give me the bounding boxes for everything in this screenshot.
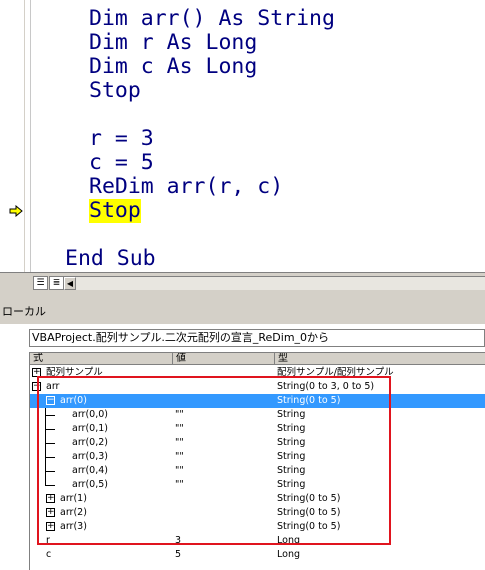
collapse-icon[interactable]: − [32, 382, 41, 391]
full-module-view-icon[interactable]: ≣ [49, 276, 64, 290]
code-line[interactable]: Dim arr() As String [89, 7, 335, 31]
code-line[interactable]: Dim c As Long [89, 55, 257, 79]
code-line[interactable]: End Sub [65, 247, 156, 271]
header-value[interactable]: 値 [173, 353, 275, 365]
locals-row[interactable]: r 3 Long [30, 534, 485, 548]
code-line[interactable]: ReDim arr(r, c) [89, 175, 283, 199]
header-type[interactable]: 型 [275, 353, 485, 365]
locals-row[interactable]: arr(0,2) "" String [30, 436, 485, 450]
locals-row[interactable]: + arr(3) String(0 to 5) [30, 520, 485, 534]
code-line[interactable]: c = 5 [89, 151, 154, 175]
expand-icon[interactable]: + [46, 508, 55, 517]
procedure-view-icon[interactable]: ☰ [33, 276, 48, 290]
locals-grid[interactable]: 式 値 型 + 配列サンプル 配列サンプル/配列サンプル − arr Strin… [29, 352, 485, 570]
locals-row[interactable]: arr(0,4) "" String [30, 464, 485, 478]
collapse-icon[interactable]: − [46, 396, 55, 405]
code-line[interactable]: Dim r As Long [89, 31, 257, 55]
horizontal-scrollbar[interactable]: ◀ [64, 276, 485, 290]
code-line[interactable]: r = 3 [89, 127, 154, 151]
scroll-left-icon[interactable]: ◀ [64, 277, 76, 290]
locals-row[interactable]: + arr(2) String(0 to 5) [30, 506, 485, 520]
code-window-statusbar: ☰ ≣ ◀ [0, 272, 485, 292]
locals-context[interactable]: VBAProject.配列サンプル.二次元配列の宣言_ReDim_0から [29, 329, 485, 347]
locals-row[interactable]: arr(0,3) "" String [30, 450, 485, 464]
pane-splitter[interactable] [0, 292, 485, 300]
locals-row[interactable]: c 5 Long [30, 548, 485, 562]
locals-row[interactable]: − arr String(0 to 3, 0 to 5) [30, 380, 485, 394]
code-window[interactable]: Dim arr() As String Dim r As Long Dim c … [0, 0, 485, 272]
execution-arrow-icon [9, 205, 23, 217]
current-execution-line[interactable]: Stop [89, 199, 141, 223]
locals-row-selected[interactable]: − arr(0) String(0 to 5) [30, 394, 485, 408]
locals-row[interactable]: arr(0,1) "" String [30, 422, 485, 436]
locals-row[interactable]: arr(0,0) "" String [30, 408, 485, 422]
locals-row[interactable]: + 配列サンプル 配列サンプル/配列サンプル [30, 366, 485, 380]
locals-row[interactable]: arr(0,5) "" String [30, 478, 485, 492]
code-margin[interactable] [0, 0, 31, 272]
header-expression[interactable]: 式 [30, 353, 173, 365]
locals-window-title: ローカル [0, 300, 485, 324]
expand-icon[interactable]: + [32, 368, 41, 377]
expand-icon[interactable]: + [46, 494, 55, 503]
code-line[interactable]: Stop [89, 79, 141, 103]
locals-row[interactable]: + arr(1) String(0 to 5) [30, 492, 485, 506]
expand-icon[interactable]: + [46, 522, 55, 531]
